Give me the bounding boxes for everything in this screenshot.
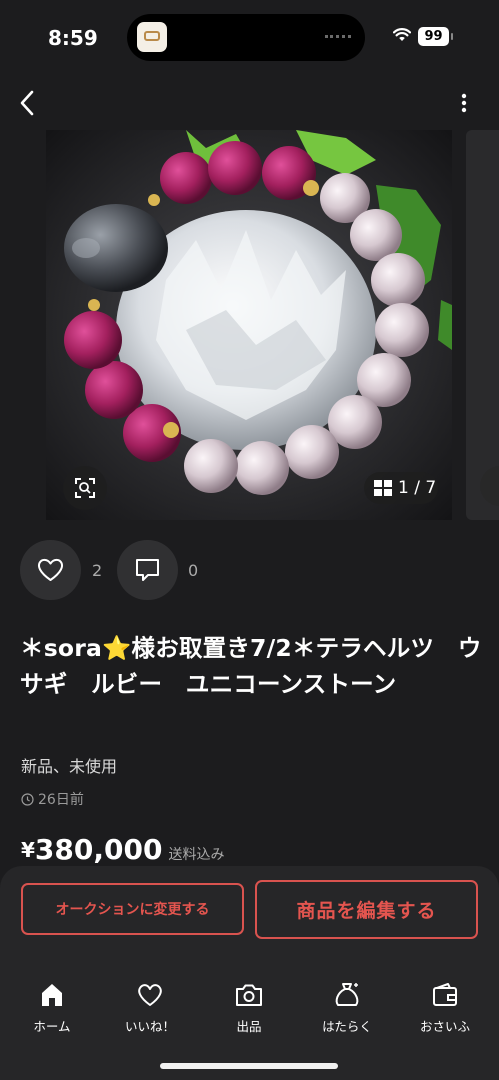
tab-home-label: ホーム — [33, 1019, 71, 1034]
home-indicator — [160, 1063, 338, 1069]
dynamic-island — [127, 14, 365, 61]
money-bag-icon — [335, 983, 359, 1006]
image-counter: 1 / 7 — [364, 472, 438, 504]
comment-button[interactable] — [117, 540, 178, 600]
home-icon — [42, 984, 62, 1006]
product-image[interactable] — [46, 130, 452, 520]
item-price: ¥380,000 送料込み — [21, 833, 224, 866]
activity-dots-icon — [325, 35, 351, 41]
bracelet-photo — [46, 130, 452, 520]
tab-sell[interactable]: 出品 — [209, 976, 289, 1035]
grid-icon — [374, 480, 392, 496]
item-title: ＊sora⭐️様お取置き7/2＊テラヘルツ ウサギ ルビー ユニコーンストーン — [20, 634, 482, 698]
price-amount: 380,000 — [34, 833, 163, 866]
action-panel: オークションに変更する 商品を編集する — [0, 866, 499, 1080]
comment-icon — [136, 559, 159, 581]
posted-time-text: 26日前 — [38, 792, 84, 808]
posted-time: 26日前 — [21, 789, 84, 809]
wifi-icon — [393, 28, 411, 41]
price-currency: ¥ — [21, 838, 35, 862]
camera-icon — [236, 984, 262, 1006]
like-button[interactable] — [20, 540, 81, 600]
heart-icon — [138, 984, 162, 1006]
wallet-icon — [433, 983, 457, 1006]
tab-sell-label: 出品 — [236, 1019, 262, 1034]
scan-icon — [75, 478, 95, 498]
back-button[interactable] — [10, 84, 44, 122]
image-counter-text: 1 / 7 — [398, 478, 437, 498]
tab-work[interactable]: はたらく — [307, 976, 387, 1035]
status-time: 8:59 — [48, 26, 98, 50]
app-activity-icon — [137, 22, 167, 52]
edit-item-button[interactable]: 商品を編集する — [255, 880, 478, 939]
next-product-image[interactable] — [466, 130, 499, 520]
more-options-button[interactable] — [452, 86, 476, 120]
battery-indicator: 99 — [418, 27, 453, 46]
heart-icon — [37, 558, 64, 581]
tab-wallet[interactable]: おさいふ — [405, 976, 485, 1035]
change-to-auction-button[interactable]: オークションに変更する — [21, 883, 244, 935]
tab-home[interactable]: ホーム — [12, 976, 92, 1035]
bottom-tab-bar: ホーム いいね！ 出品 はたらく おさいふ — [0, 976, 499, 1046]
tab-wallet-label: おさいふ — [419, 1019, 470, 1034]
tab-likes-label: いいね！ — [124, 1019, 175, 1034]
shipping-label: 送料込み — [168, 847, 225, 863]
comment-count: 0 — [188, 561, 199, 580]
tab-likes[interactable]: いいね！ — [110, 976, 190, 1035]
like-count: 2 — [92, 561, 103, 580]
status-bar: 8:59 99 — [0, 0, 499, 74]
image-search-button[interactable] — [63, 466, 107, 510]
image-carousel[interactable]: 1 / 7 — [0, 128, 499, 520]
clock-icon — [21, 793, 34, 806]
item-condition: 新品、未使用 — [21, 757, 118, 776]
tab-work-label: はたらく — [322, 1019, 372, 1034]
